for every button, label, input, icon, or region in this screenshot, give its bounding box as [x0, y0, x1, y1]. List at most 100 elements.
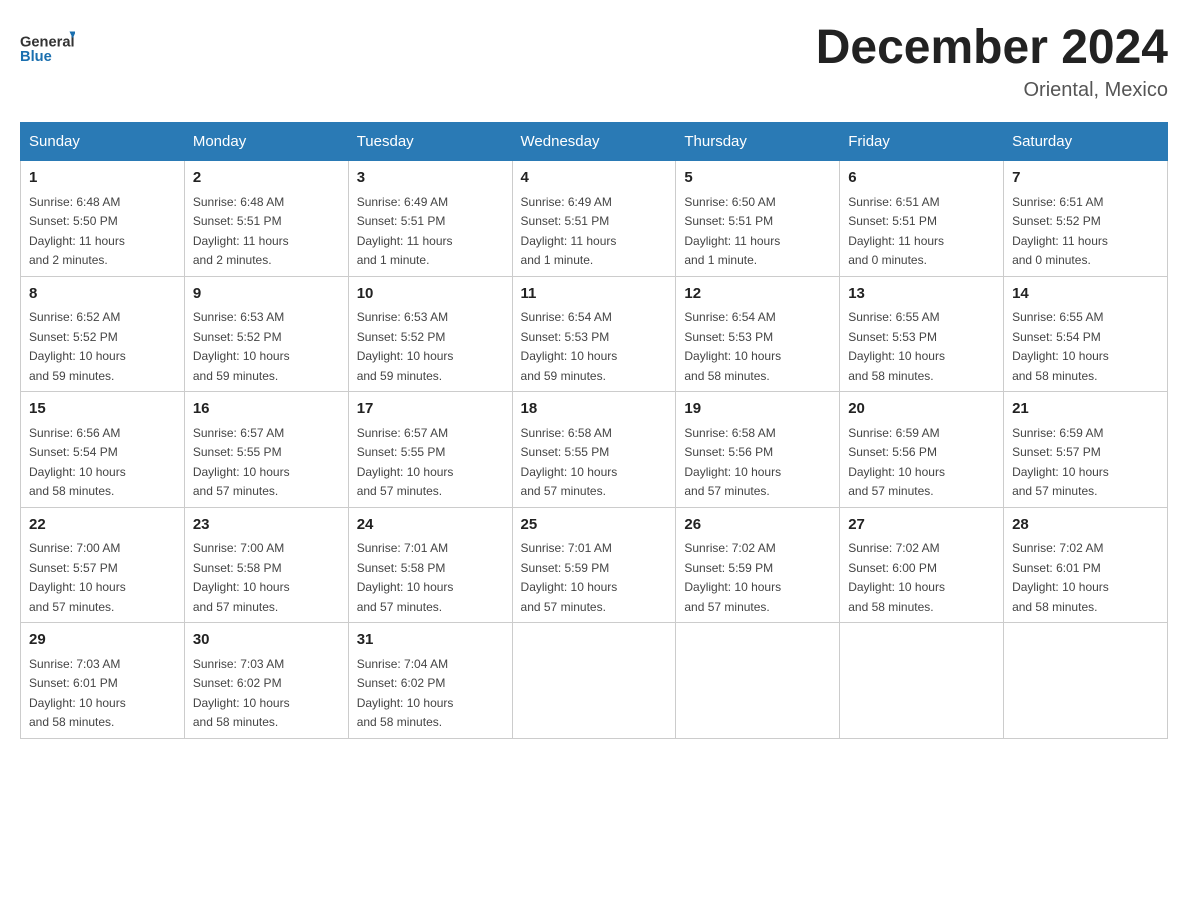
day-info: Sunrise: 6:51 AMSunset: 5:52 PMDaylight:… — [1012, 195, 1108, 268]
table-row: 18 Sunrise: 6:58 AMSunset: 5:55 PMDayligh… — [512, 392, 676, 508]
day-info: Sunrise: 7:04 AMSunset: 6:02 PMDaylight:… — [357, 657, 454, 730]
table-row: 3 Sunrise: 6:49 AMSunset: 5:51 PMDaylight… — [348, 161, 512, 277]
day-number: 18 — [521, 398, 668, 421]
calendar-week-4: 22 Sunrise: 7:00 AMSunset: 5:57 PMDayligh… — [21, 507, 1168, 623]
calendar-week-5: 29Sunrise: 7:03 AMSunset: 6:01 PMDayligh… — [21, 623, 1168, 739]
table-row — [840, 623, 1004, 739]
logo: General Blue — [20, 20, 75, 75]
day-info: Sunrise: 6:49 AMSunset: 5:51 PMDaylight:… — [521, 195, 617, 268]
day-number: 20 — [848, 398, 995, 421]
col-saturday: Saturday — [1004, 123, 1168, 161]
table-row: 26 Sunrise: 7:02 AMSunset: 5:59 PMDayligh… — [676, 507, 840, 623]
table-row: 14Sunrise: 6:55 AMSunset: 5:54 PMDayligh… — [1004, 276, 1168, 392]
day-info: Sunrise: 6:55 AMSunset: 5:53 PMDaylight:… — [848, 310, 945, 383]
day-info: Sunrise: 6:52 AMSunset: 5:52 PMDaylight:… — [29, 310, 126, 383]
day-info: Sunrise: 7:02 AMSunset: 5:59 PMDaylight:… — [684, 541, 781, 614]
calendar-subtitle: Oriental, Mexico — [816, 79, 1168, 102]
svg-text:General: General — [20, 35, 75, 51]
day-number: 23 — [193, 514, 340, 537]
table-row: 8 Sunrise: 6:52 AMSunset: 5:52 PMDaylight… — [21, 276, 185, 392]
day-info: Sunrise: 6:55 AMSunset: 5:54 PMDaylight:… — [1012, 310, 1109, 383]
table-row: 24Sunrise: 7:01 AMSunset: 5:58 PMDayligh… — [348, 507, 512, 623]
col-thursday: Thursday — [676, 123, 840, 161]
day-number: 22 — [29, 514, 176, 537]
day-info: Sunrise: 6:59 AMSunset: 5:57 PMDaylight:… — [1012, 426, 1109, 499]
calendar-title: December 2024 — [816, 20, 1168, 75]
day-info: Sunrise: 6:53 AMSunset: 5:52 PMDaylight:… — [193, 310, 290, 383]
table-row: 1 Sunrise: 6:48 AMSunset: 5:50 PMDaylight… — [21, 161, 185, 277]
table-row: 17 Sunrise: 6:57 AMSunset: 5:55 PMDayligh… — [348, 392, 512, 508]
day-info: Sunrise: 7:03 AMSunset: 6:01 PMDaylight:… — [29, 657, 126, 730]
day-number: 11 — [521, 283, 668, 306]
table-row: 13 Sunrise: 6:55 AMSunset: 5:53 PMDayligh… — [840, 276, 1004, 392]
day-number: 9 — [193, 283, 340, 306]
day-number: 16 — [193, 398, 340, 421]
day-info: Sunrise: 6:58 AMSunset: 5:55 PMDaylight:… — [521, 426, 618, 499]
day-info: Sunrise: 6:58 AMSunset: 5:56 PMDaylight:… — [684, 426, 781, 499]
day-number: 26 — [684, 514, 831, 537]
day-info: Sunrise: 6:54 AMSunset: 5:53 PMDaylight:… — [684, 310, 781, 383]
day-info: Sunrise: 6:49 AMSunset: 5:51 PMDaylight:… — [357, 195, 453, 268]
day-number: 8 — [29, 283, 176, 306]
table-row: 27Sunrise: 7:02 AMSunset: 6:00 PMDayligh… — [840, 507, 1004, 623]
col-wednesday: Wednesday — [512, 123, 676, 161]
day-info: Sunrise: 6:48 AMSunset: 5:50 PMDaylight:… — [29, 195, 125, 268]
table-row: 4 Sunrise: 6:49 AMSunset: 5:51 PMDaylight… — [512, 161, 676, 277]
day-number: 5 — [684, 167, 831, 190]
day-number: 28 — [1012, 514, 1159, 537]
table-row: 23Sunrise: 7:00 AMSunset: 5:58 PMDayligh… — [184, 507, 348, 623]
table-row: 9 Sunrise: 6:53 AMSunset: 5:52 PMDaylight… — [184, 276, 348, 392]
logo-svg: General Blue — [20, 20, 75, 75]
day-info: Sunrise: 6:56 AMSunset: 5:54 PMDaylight:… — [29, 426, 126, 499]
table-row: 2 Sunrise: 6:48 AMSunset: 5:51 PMDaylight… — [184, 161, 348, 277]
page-header: General Blue December 2024 Oriental, Mex… — [20, 20, 1168, 102]
table-row: 20 Sunrise: 6:59 AMSunset: 5:56 PMDayligh… — [840, 392, 1004, 508]
col-sunday: Sunday — [21, 123, 185, 161]
calendar-table: Sunday Monday Tuesday Wednesday Thursday… — [20, 122, 1168, 739]
table-row: 19 Sunrise: 6:58 AMSunset: 5:56 PMDayligh… — [676, 392, 840, 508]
day-number: 1 — [29, 167, 176, 190]
day-number: 13 — [848, 283, 995, 306]
table-row: 25Sunrise: 7:01 AMSunset: 5:59 PMDayligh… — [512, 507, 676, 623]
day-info: Sunrise: 7:02 AMSunset: 6:01 PMDaylight:… — [1012, 541, 1109, 614]
table-row: 29Sunrise: 7:03 AMSunset: 6:01 PMDayligh… — [21, 623, 185, 739]
day-info: Sunrise: 6:51 AMSunset: 5:51 PMDaylight:… — [848, 195, 944, 268]
day-number: 6 — [848, 167, 995, 190]
day-info: Sunrise: 6:59 AMSunset: 5:56 PMDaylight:… — [848, 426, 945, 499]
day-number: 15 — [29, 398, 176, 421]
table-row: 7 Sunrise: 6:51 AMSunset: 5:52 PMDaylight… — [1004, 161, 1168, 277]
table-row: 12 Sunrise: 6:54 AMSunset: 5:53 PMDayligh… — [676, 276, 840, 392]
day-number: 4 — [521, 167, 668, 190]
table-row: 6 Sunrise: 6:51 AMSunset: 5:51 PMDaylight… — [840, 161, 1004, 277]
table-row: 22 Sunrise: 7:00 AMSunset: 5:57 PMDayligh… — [21, 507, 185, 623]
table-row: 16 Sunrise: 6:57 AMSunset: 5:55 PMDayligh… — [184, 392, 348, 508]
table-row — [676, 623, 840, 739]
table-row: 11Sunrise: 6:54 AMSunset: 5:53 PMDayligh… — [512, 276, 676, 392]
day-number: 31 — [357, 629, 504, 652]
col-tuesday: Tuesday — [348, 123, 512, 161]
table-row — [512, 623, 676, 739]
table-row: 31 Sunrise: 7:04 AMSunset: 6:02 PMDayligh… — [348, 623, 512, 739]
day-number: 12 — [684, 283, 831, 306]
day-number: 7 — [1012, 167, 1159, 190]
day-info: Sunrise: 6:57 AMSunset: 5:55 PMDaylight:… — [193, 426, 290, 499]
day-number: 19 — [684, 398, 831, 421]
day-number: 2 — [193, 167, 340, 190]
day-number: 17 — [357, 398, 504, 421]
day-number: 30 — [193, 629, 340, 652]
day-info: Sunrise: 6:57 AMSunset: 5:55 PMDaylight:… — [357, 426, 454, 499]
svg-text:Blue: Blue — [20, 49, 52, 65]
title-block: December 2024 Oriental, Mexico — [816, 20, 1168, 102]
day-info: Sunrise: 7:00 AMSunset: 5:57 PMDaylight:… — [29, 541, 126, 614]
day-info: Sunrise: 6:53 AMSunset: 5:52 PMDaylight:… — [357, 310, 454, 383]
day-number: 3 — [357, 167, 504, 190]
table-row: 30Sunrise: 7:03 AMSunset: 6:02 PMDayligh… — [184, 623, 348, 739]
table-row — [1004, 623, 1168, 739]
calendar-week-3: 15 Sunrise: 6:56 AMSunset: 5:54 PMDayligh… — [21, 392, 1168, 508]
calendar-week-2: 8 Sunrise: 6:52 AMSunset: 5:52 PMDaylight… — [21, 276, 1168, 392]
table-row: 28 Sunrise: 7:02 AMSunset: 6:01 PMDayligh… — [1004, 507, 1168, 623]
col-friday: Friday — [840, 123, 1004, 161]
table-row: 10Sunrise: 6:53 AMSunset: 5:52 PMDayligh… — [348, 276, 512, 392]
table-row: 5Sunrise: 6:50 AMSunset: 5:51 PMDaylight… — [676, 161, 840, 277]
day-info: Sunrise: 6:48 AMSunset: 5:51 PMDaylight:… — [193, 195, 289, 268]
